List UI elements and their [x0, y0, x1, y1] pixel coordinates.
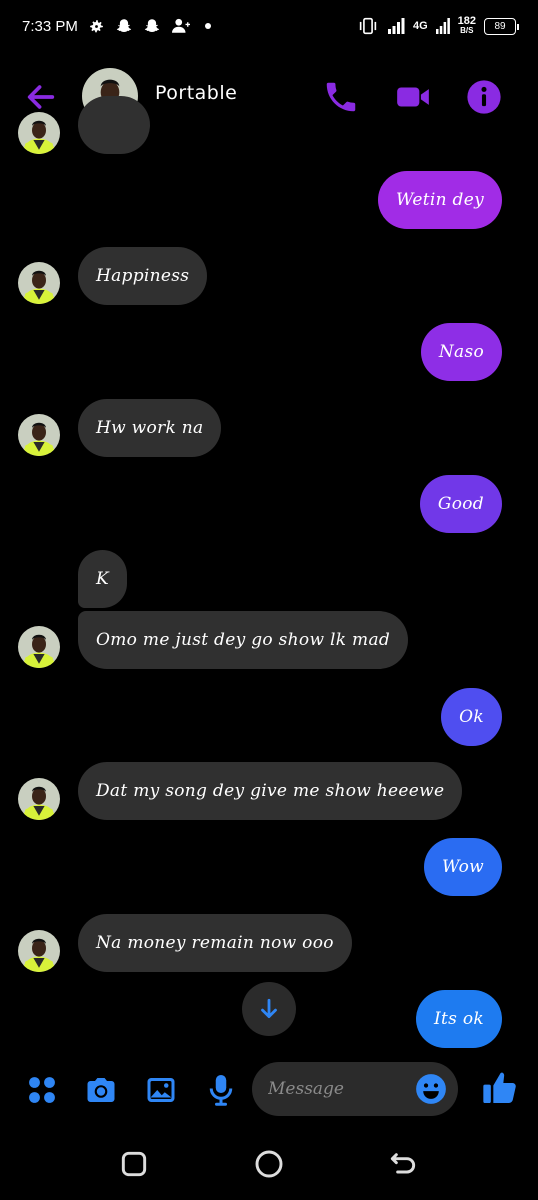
- network-speed-value: 182: [457, 15, 476, 27]
- contact-avatar-small: [18, 414, 60, 456]
- apps-icon[interactable]: [24, 1072, 60, 1108]
- status-bar: 7:33 PM 4G 182 B/S 89: [0, 0, 538, 52]
- message-bubble-outgoing[interactable]: Ok: [441, 688, 502, 746]
- network-speed-unit: B/S: [460, 26, 474, 35]
- message-bubble-incoming[interactable]: K: [78, 550, 128, 608]
- message-bubble-incoming[interactable]: Hw work na: [78, 399, 222, 457]
- message-bubble-outgoing[interactable]: Wetin dey: [377, 171, 502, 229]
- message-bubble-outgoing[interactable]: Naso: [420, 323, 502, 381]
- recents-icon[interactable]: [118, 1148, 150, 1180]
- message-bubble-outgoing[interactable]: Good: [419, 475, 502, 533]
- dot-icon: [204, 23, 211, 29]
- system-navigation-bar: [0, 1130, 538, 1200]
- info-icon[interactable]: [465, 78, 503, 116]
- thumbs-up-icon[interactable]: [480, 1068, 520, 1108]
- contact-avatar-small: [18, 778, 60, 820]
- network-type: 4G: [412, 20, 428, 32]
- vibrate-icon: [359, 17, 377, 35]
- signal-icon: [387, 18, 405, 34]
- message-bubble-outgoing[interactable]: Wow: [423, 838, 502, 896]
- contact-name[interactable]: Portable: [155, 82, 237, 104]
- message-bubble-incoming[interactable]: Dat my song dey give me show heeewe: [78, 762, 463, 820]
- video-icon[interactable]: [394, 78, 432, 116]
- contact-avatar-small: [18, 930, 60, 972]
- snapchat-icon: [116, 19, 131, 32]
- contact-avatar-small: [18, 626, 60, 668]
- message-bubble-incoming[interactable]: Na money remain now ooo: [78, 914, 352, 972]
- add-contact-icon: [171, 18, 190, 33]
- signal-icon: [435, 18, 450, 34]
- arrow-down-icon: [261, 998, 277, 1018]
- message-bubble-outgoing[interactable]: Its ok: [415, 990, 502, 1048]
- microphone-icon[interactable]: [203, 1072, 239, 1108]
- snapchat-icon: [144, 19, 159, 32]
- contact-avatar-small: [18, 262, 60, 304]
- message-input[interactable]: [268, 1062, 408, 1116]
- battery-indicator: 89: [484, 17, 519, 35]
- message-bubble-incoming[interactable]: Omo me just dey go show lk mad: [78, 611, 409, 669]
- battery-level: 89: [494, 20, 506, 32]
- message-input-container[interactable]: [252, 1062, 458, 1116]
- camera-icon[interactable]: [83, 1072, 119, 1108]
- contact-avatar-small: [18, 112, 60, 154]
- phone-icon[interactable]: [322, 78, 360, 116]
- gallery-icon[interactable]: [143, 1072, 179, 1108]
- scroll-to-bottom-button[interactable]: [242, 982, 296, 1036]
- status-time: 7:33 PM: [22, 17, 78, 35]
- message-bubble-incoming[interactable]: Happiness: [78, 247, 208, 305]
- gear-icon: [90, 19, 103, 32]
- message-bubble-partial: [78, 96, 150, 154]
- network-speed: 182 B/S: [458, 16, 476, 36]
- emoji-icon[interactable]: [414, 1072, 448, 1106]
- back-icon[interactable]: [387, 1148, 419, 1180]
- home-icon[interactable]: [253, 1148, 285, 1180]
- back-arrow-icon[interactable]: [24, 80, 58, 114]
- message-composer: [0, 1060, 538, 1120]
